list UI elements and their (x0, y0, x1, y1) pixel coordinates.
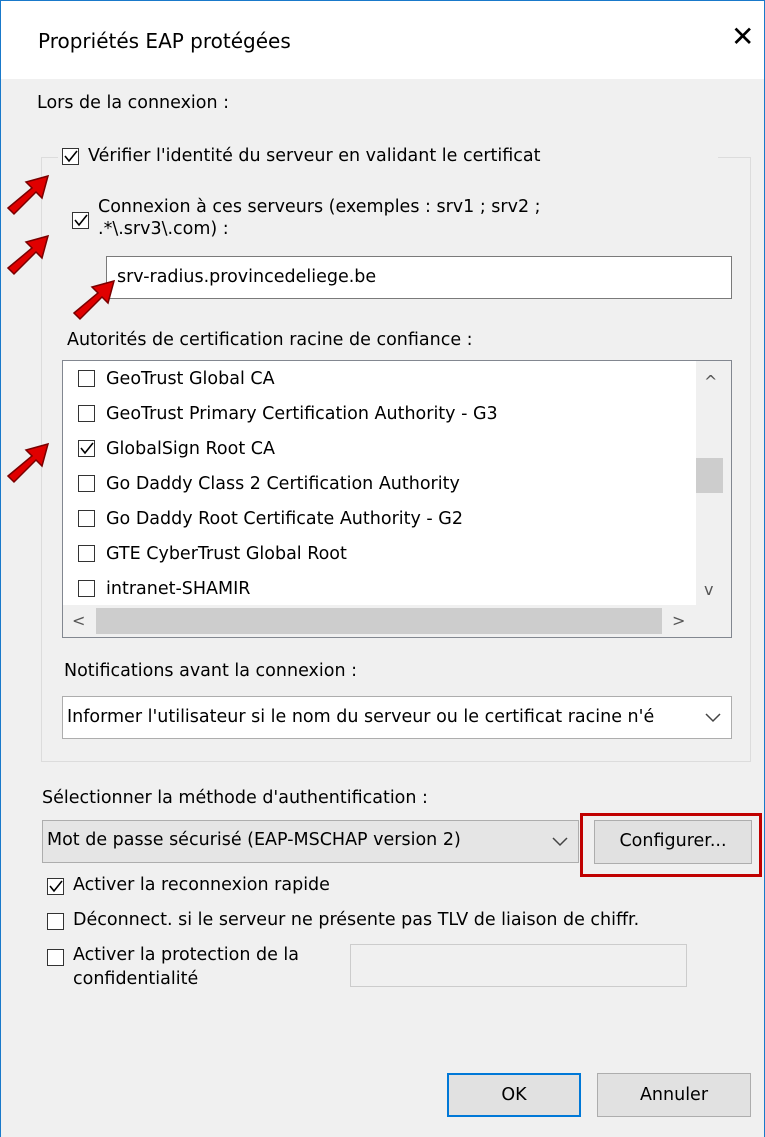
disconnect-tlv-checkbox[interactable] (47, 913, 64, 930)
connect-servers-checkbox[interactable] (72, 212, 89, 229)
ca-item-label: Go Daddy Root Certificate Authority - G2 (106, 509, 463, 529)
configure-highlight-box (580, 813, 762, 877)
notifications-heading: Notifications avant la connexion : (64, 661, 358, 681)
ca-item-label: GTE CyberTrust Global Root (106, 544, 347, 564)
verify-cert-checkbox[interactable] (62, 148, 79, 165)
fast-reconnect-label[interactable]: Activer la reconnexion rapide (73, 875, 330, 895)
window-border-left (0, 0, 1, 1137)
auth-method-select[interactable]: Mot de passe sécurisé (EAP-MSCHAP versio… (42, 820, 579, 863)
title-bar: Propriétés EAP protégées ✕ (1, 1, 764, 79)
ca-item-checkbox[interactable] (78, 370, 95, 387)
ca-item-checkbox[interactable] (78, 475, 95, 492)
scroll-left-icon[interactable]: < (72, 611, 85, 630)
ca-item-label: GeoTrust Primary Certification Authority… (106, 404, 498, 424)
server-names-value: srv-radius.provincedeliege.be (117, 267, 377, 287)
check-icon (74, 214, 88, 227)
annotation-arrow-icon (72, 279, 116, 321)
connect-servers-label-line1[interactable]: Connexion à ces serveurs (exemples : srv… (98, 197, 541, 217)
ca-item-checkbox[interactable] (78, 405, 95, 422)
annotation-arrow-icon (6, 442, 50, 484)
scrollbar-corner (696, 605, 731, 637)
ca-heading: Autorités de certification racine de con… (67, 330, 473, 350)
ca-item-label: Go Daddy Class 2 Certification Authority (106, 474, 460, 494)
verify-cert-label[interactable]: Vérifier l'identité du serveur en valida… (88, 146, 541, 166)
notifications-value: Informer l'utilisateur si le nom du serv… (67, 708, 655, 727)
auth-method-heading: Sélectionner la méthode d'authentificati… (42, 788, 428, 808)
server-names-input[interactable]: srv-radius.provincedeliege.be (106, 256, 732, 299)
check-icon (64, 150, 78, 163)
dialog-title: Propriétés EAP protégées (38, 29, 291, 53)
ca-item-checkbox[interactable] (78, 545, 95, 562)
check-icon (49, 880, 63, 893)
ca-item-label: GlobalSign Root CA (106, 439, 275, 459)
horizontal-scroll-thumb[interactable] (96, 608, 662, 634)
notifications-select[interactable]: Informer l'utilisateur si le nom du serv… (62, 696, 732, 739)
annotation-arrow-icon (6, 174, 50, 216)
privacy-identity-input[interactable] (350, 944, 687, 987)
scroll-down-icon[interactable]: v (704, 580, 713, 599)
auth-method-value: Mot de passe sécurisé (EAP-MSCHAP versio… (47, 830, 461, 850)
cancel-button[interactable]: Annuler (597, 1073, 751, 1117)
scroll-right-icon[interactable]: > (672, 611, 685, 630)
chevron-down-icon (552, 837, 568, 847)
connection-heading: Lors de la connexion : (37, 93, 230, 113)
privacy-checkbox[interactable] (47, 949, 64, 966)
scroll-up-icon[interactable]: ^ (704, 372, 717, 391)
chevron-down-icon (705, 713, 721, 723)
connect-servers-label-line2[interactable]: .*\.srv3\.com) : (98, 219, 229, 239)
ok-button[interactable]: OK (447, 1073, 581, 1117)
disconnect-tlv-label[interactable]: Déconnect. si le serveur ne présente pas… (73, 910, 639, 930)
close-icon[interactable]: ✕ (731, 23, 754, 51)
ca-item-label: GeoTrust Global CA (106, 369, 275, 389)
ca-item-checkbox[interactable] (78, 580, 95, 597)
ca-item-label: intranet-SHAMIR (106, 579, 251, 599)
check-icon (80, 442, 94, 455)
privacy-label-line1[interactable]: Activer la protection de la (73, 945, 299, 965)
annotation-arrow-icon (6, 234, 50, 276)
ca-item-checkbox[interactable] (78, 510, 95, 527)
privacy-label-line2[interactable]: confidentialité (73, 969, 198, 989)
ca-item-checkbox[interactable] (78, 440, 95, 457)
eap-properties-dialog: Propriétés EAP protégées ✕ Lors de la co… (0, 0, 765, 1137)
fast-reconnect-checkbox[interactable] (47, 878, 64, 895)
vertical-scroll-thumb[interactable] (696, 458, 723, 493)
